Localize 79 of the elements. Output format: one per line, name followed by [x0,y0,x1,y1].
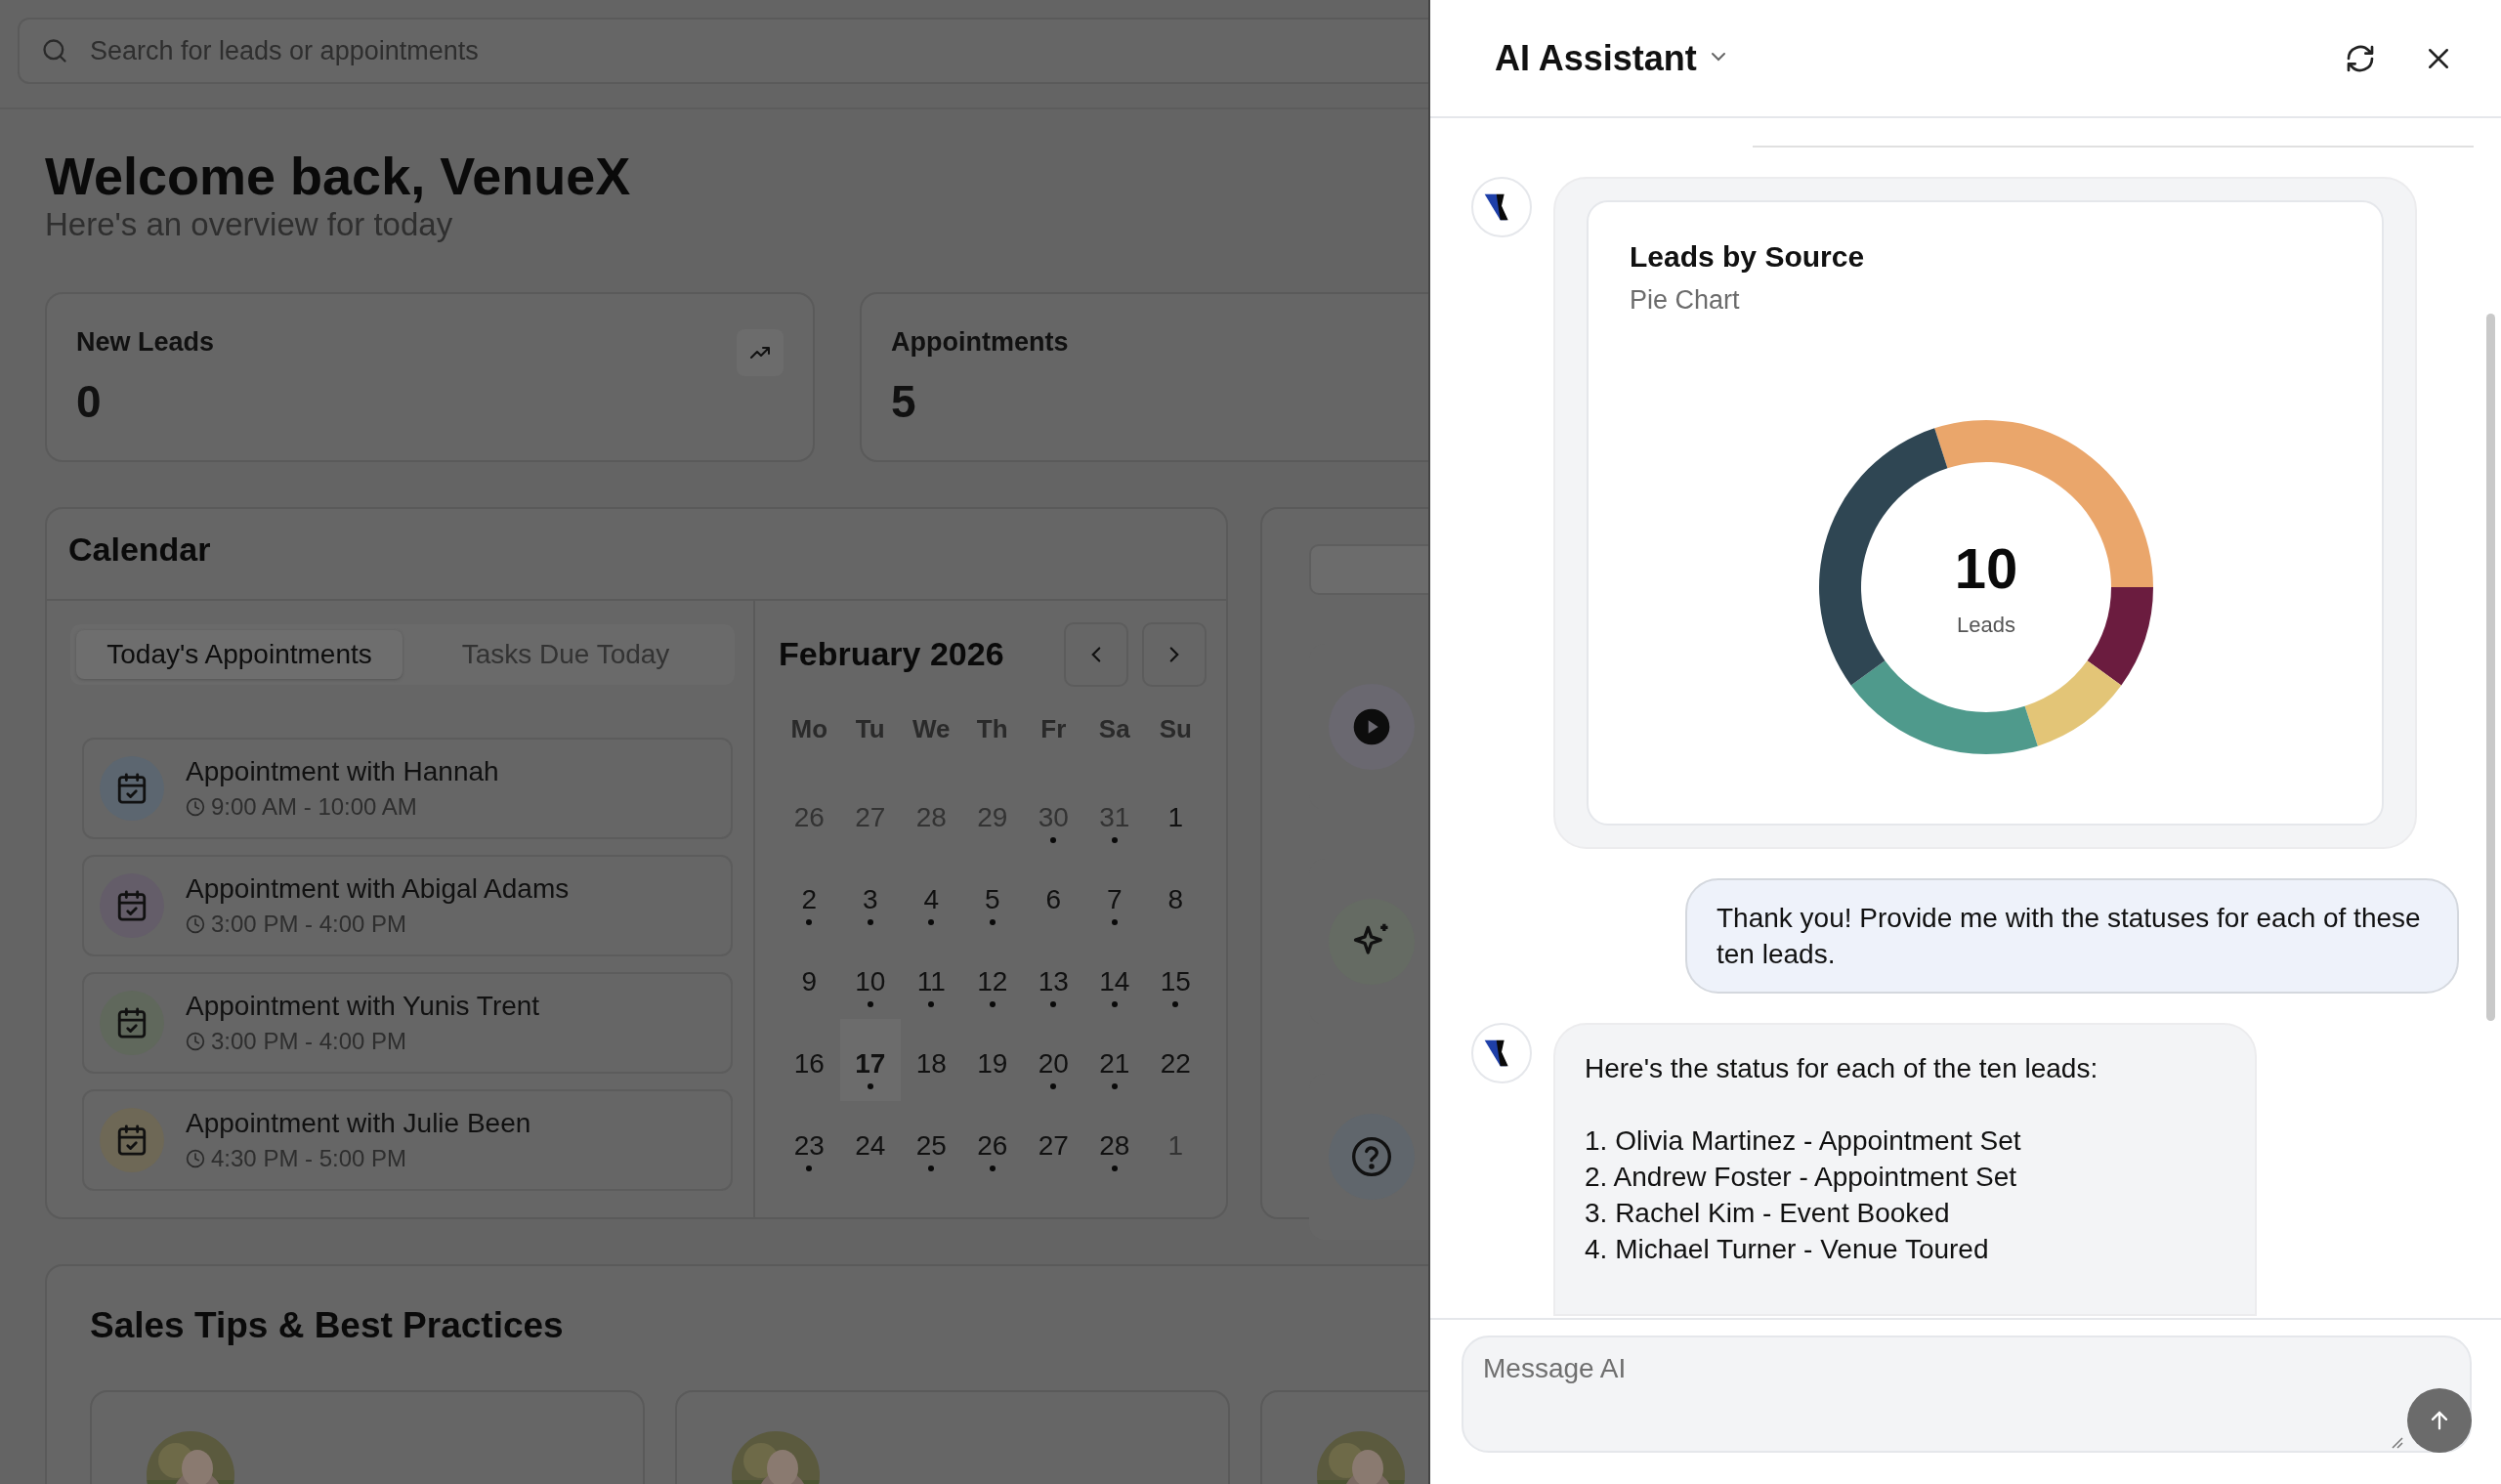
chart-total: 10 [1954,539,2018,597]
calendar-day[interactable]: 13 [1023,936,1084,1019]
appointment-time: 9:00 AM - 10:00 AM [211,792,417,821]
chart-title: Leads by Source [1630,239,1866,275]
appointment-item[interactable]: Appointment with Yunis Trent 3:00 PM - 4:00 PM [82,971,733,1074]
card-title: Calendar [68,530,211,568]
appointment-title: Appointment with Yunis Trent [186,990,540,1022]
appointment-item[interactable]: Appointment with Abigal Adams 3:00 PM - 4:00 PM [82,854,733,956]
welcome-title: Welcome back, VenueX [45,146,632,207]
calendar-day[interactable]: 4 [901,854,962,937]
calendar-day[interactable]: 14 [1083,936,1145,1019]
weekday-label: We [911,713,952,745]
clock-icon [186,913,205,934]
stat-value: 5 [891,374,917,428]
calendar-day[interactable]: 25 [901,1100,962,1183]
message-text: Here's the status for each of the ten leads: [1585,1052,2099,1085]
tab[interactable]: Today's Appointments [76,629,403,679]
scrollbar[interactable] [2486,314,2495,1021]
trend-icon [737,328,784,376]
appointment-time: 3:00 PM - 4:00 PM [211,1027,407,1055]
calendar-day[interactable]: 6 [1023,854,1084,937]
calendar-day[interactable]: 9 [779,936,840,1019]
search-icon [41,37,68,64]
calendar-day[interactable]: 15 [1145,936,1207,1019]
weekday-label: Tu [854,713,886,745]
calendar-day[interactable]: 17 [839,1018,901,1101]
stat-label: New Leads [76,326,215,358]
weekday-label: Fr [1039,713,1068,745]
stat-label: Appointments [891,326,1069,358]
month-title: February 2026 [779,635,1005,674]
calendar-day[interactable]: 22 [1145,1018,1207,1101]
clock-icon [186,1148,205,1168]
calendar-day[interactable]: 2 [779,854,840,937]
play-icon [1352,706,1391,746]
clock-icon [186,796,205,817]
message-text: Thank you! Provide me with the statuses for each of these ten leads. [1717,903,2421,969]
calendar-day[interactable]: 28 [1083,1100,1145,1183]
appointment-item[interactable]: Appointment with Hannah 9:00 AM - 10:00 AM [82,737,733,839]
weekday-label: Mo [789,713,828,745]
chart-subtitle: Pie Chart [1630,284,1741,317]
appointment-time: 4:30 PM - 5:00 PM [211,1144,407,1172]
calendar-day[interactable]: 8 [1145,854,1207,937]
calendar-day[interactable]: 11 [901,936,962,1019]
list-item: 2. Andrew Foster - Appointment Set [1585,1161,2017,1194]
calendar-day[interactable]: 27 [1023,1100,1084,1183]
stat-value: 0 [76,374,103,428]
search-field[interactable]: Search for leads or appointments [18,18,1428,84]
weekday-label: Th [975,713,1009,745]
calendar-day[interactable]: 1 [1145,772,1207,855]
calendar-day[interactable]: 20 [1023,1018,1084,1101]
section-title: Sales Tips & Best Practices [90,1304,565,1346]
calendar-day[interactable]: 3 [839,854,901,937]
calendar-day[interactable]: 18 [901,1018,962,1101]
list-item: 3. Rachel Kim - Event Booked [1585,1197,1951,1230]
appointment-title: Appointment with Abigal Adams [186,872,570,905]
panel-title: AI Assistant [1495,37,1697,79]
calendar-day[interactable]: 23 [779,1100,840,1183]
weekday-label: Su [1158,713,1193,745]
message-field[interactable]: Message AI [1462,1336,2472,1453]
tab[interactable]: Tasks Due Today [403,629,729,679]
appointment-time: 3:00 PM - 4:00 PM [211,910,407,938]
calendar-day[interactable]: 16 [779,1018,840,1101]
chart-total-label: Leads [1957,611,2015,639]
calendar-day[interactable]: 10 [839,936,901,1019]
calendar-day[interactable]: 24 [839,1100,901,1183]
calendar-day[interactable]: 12 [961,936,1023,1019]
calendar-day[interactable]: 19 [961,1018,1023,1101]
calendar-day[interactable]: 21 [1083,1018,1145,1101]
clock-icon [186,1031,205,1051]
calendar-day[interactable]: 5 [961,854,1023,937]
appointment-title: Appointment with Julie Been [186,1107,531,1139]
weekday-label: Sa [1097,713,1131,745]
calendar-day[interactable]: 7 [1083,854,1145,937]
calendar-day[interactable]: 26 [961,1100,1023,1183]
appointment-item[interactable]: Appointment with Julie Been 4:30 PM - 5:00 PM [82,1088,733,1191]
list-item: 4. Michael Turner - Venue Toured [1585,1233,1990,1266]
help-icon [1350,1134,1393,1178]
appointment-title: Appointment with Hannah [186,755,499,787]
list-item: 1. Olivia Martinez - Appointment Set [1585,1124,2022,1158]
